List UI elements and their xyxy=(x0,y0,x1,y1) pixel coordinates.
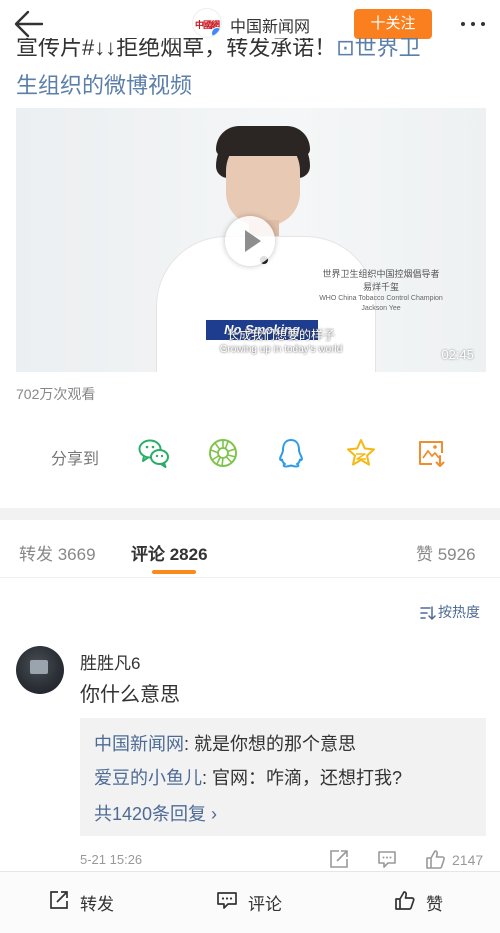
repost-icon xyxy=(50,891,68,909)
video-subtitle-en: Growing up in today's world xyxy=(219,344,343,355)
view-count: 702万次观看 xyxy=(16,386,96,402)
share-label: 分享到 xyxy=(51,451,100,468)
comment-like-count: 2147 xyxy=(452,852,484,868)
comment-text: 你什么意思 xyxy=(80,684,180,706)
repost-label: 转发 xyxy=(80,895,114,914)
qq-icon[interactable] xyxy=(274,436,308,470)
caption-cn-line1: 世界卫生组织中国控烟倡导者 xyxy=(322,269,440,279)
bottom-action-bar: 转发 评论 赞 xyxy=(0,871,500,933)
tab-repost[interactable]: 转发 3669 xyxy=(19,540,96,565)
caption-cn-line2: 易烊千玺 xyxy=(362,282,399,292)
save-image-icon[interactable] xyxy=(414,436,448,470)
comment-like-icon[interactable] xyxy=(424,848,446,870)
like-label: 赞 xyxy=(426,895,443,914)
sort-by-hot-button[interactable]: 按热度 xyxy=(420,602,480,622)
caption-en-line1: WHO China Tobacco Control Champion xyxy=(319,295,443,302)
post-text-line1: 宣传片#↓↓拒绝烟草，转发承诺！ xyxy=(16,38,337,60)
video-source-link[interactable]: ⊡世界卫 xyxy=(336,38,420,60)
reply-item: 中国新闻网: 就是你想的那个意思 xyxy=(94,730,356,756)
qzone-icon[interactable] xyxy=(344,436,378,470)
tab-likes[interactable]: 赞 5926 xyxy=(416,540,476,565)
video-duration: 02:45 xyxy=(441,347,474,362)
moments-icon[interactable] xyxy=(206,436,240,470)
back-arrow-icon[interactable] xyxy=(12,8,46,40)
more-options-icon[interactable] xyxy=(458,12,488,36)
play-button-icon[interactable] xyxy=(225,216,275,266)
comment-icon xyxy=(217,892,237,909)
video-source-link-cont[interactable]: 生组织的微博视频 xyxy=(16,68,486,104)
reply-item: 爱豆的小鱼儿: 官网：咋滴，还想打我? xyxy=(94,764,402,790)
tab-comments[interactable]: 评论 2826 xyxy=(131,540,208,565)
video-subtitle-cn: 长成我们想要的样子 xyxy=(226,328,335,342)
commenter-avatar[interactable] xyxy=(16,646,64,694)
reply-author[interactable]: 爱豆的小鱼儿 xyxy=(94,768,202,788)
section-divider xyxy=(0,508,500,520)
view-all-replies-link[interactable]: 共1420条回复 › xyxy=(94,800,217,826)
reply-text: : 官网：咋滴，还想打我? xyxy=(202,768,403,788)
sort-icon xyxy=(420,606,436,620)
video-caption-cn: 世界卫生组织中国控烟倡导者 易烊千玺 xyxy=(306,268,456,294)
caption-en-line2: Jackson Yee xyxy=(361,305,401,312)
sort-label: 按热度 xyxy=(438,604,480,620)
thumbs-up-icon xyxy=(395,891,415,910)
follow-button[interactable]: 十关注 xyxy=(354,9,432,39)
commenter-name[interactable]: 胜胜凡6 xyxy=(80,649,140,674)
video-caption-en: WHO China Tobacco Control Champion Jacks… xyxy=(306,294,456,314)
wechat-icon[interactable] xyxy=(137,436,171,470)
verified-badge-icon xyxy=(211,27,221,37)
comment-repost-icon[interactable] xyxy=(328,848,350,870)
active-tab-indicator xyxy=(152,570,196,574)
video-frame-hair-top xyxy=(216,126,310,156)
account-avatar[interactable]: 中國網 xyxy=(192,8,222,38)
comment-timestamp: 5-21 15:26 xyxy=(80,852,143,867)
post-text: 宣传片#↓↓拒绝烟草，转发承诺！⊡世界卫 生组织的微博视频 xyxy=(16,38,486,104)
video-player[interactable]: No Smoking 世界卫生组织中国控烟倡导者 易烊千玺 WHO China … xyxy=(16,108,486,372)
comment-reply-icon[interactable] xyxy=(376,848,398,870)
reply-text: : 就是你想的那个意思 xyxy=(184,734,357,754)
reply-author[interactable]: 中国新闻网 xyxy=(94,734,184,754)
account-name[interactable]: 中国新闻网 xyxy=(230,13,310,37)
comment-label: 评论 xyxy=(248,895,282,914)
reply-thread[interactable]: 中国新闻网: 就是你想的那个意思 爱豆的小鱼儿: 官网：咋滴，还想打我? 共14… xyxy=(80,718,486,836)
tab-divider xyxy=(0,577,500,578)
